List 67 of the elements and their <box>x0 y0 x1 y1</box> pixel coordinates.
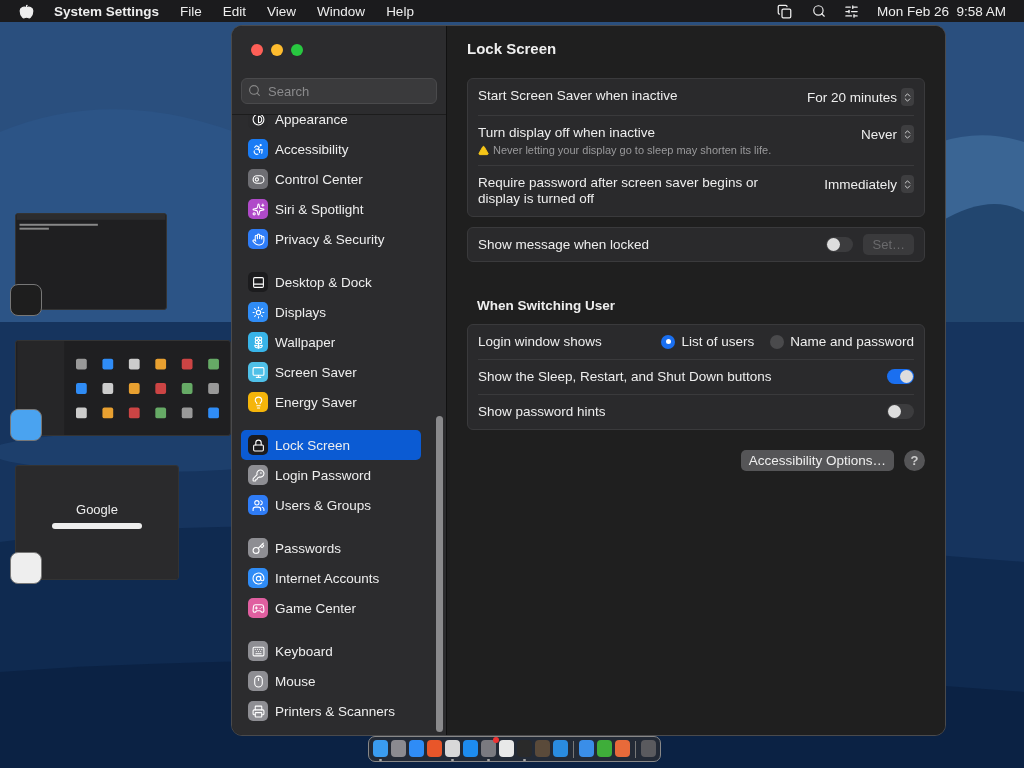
sidebar-item[interactable]: Login Password <box>241 460 421 490</box>
setting-label: Turn display off when inactive <box>478 125 657 141</box>
sidebar-item[interactable]: Wallpaper <box>241 327 421 357</box>
radio-option[interactable]: Name and password <box>770 334 914 349</box>
stage-manager-icon[interactable] <box>776 3 792 19</box>
search-icon <box>248 84 261 97</box>
radio-option[interactable]: List of users <box>661 334 755 349</box>
page-logo-text: Google <box>76 502 118 517</box>
stepper-icon <box>901 88 914 106</box>
scroll-thumb[interactable] <box>436 416 443 732</box>
section-heading: When Switching User <box>476 297 616 315</box>
help-button[interactable]: ? <box>904 450 925 471</box>
sidebar-item[interactable]: Printers & Scanners <box>241 696 421 726</box>
setting-label: Show password hints <box>478 404 606 420</box>
sidebar-item[interactable]: Energy Saver <box>241 387 421 417</box>
window-thumbnail[interactable]: Google <box>15 465 179 580</box>
setting-label: Start Screen Saver when inactive <box>478 88 678 104</box>
sidebar-item[interactable]: Passwords <box>241 533 421 563</box>
menu-item[interactable]: Window <box>317 3 366 19</box>
sidebar-item[interactable]: Displays <box>241 297 421 327</box>
popup-button[interactable]: Never <box>861 125 914 143</box>
control-center-icon[interactable] <box>843 3 859 19</box>
window-thumbnail[interactable] <box>15 213 167 310</box>
pane-title: Lock Screen <box>467 40 558 59</box>
menu-item[interactable]: View <box>267 3 297 19</box>
toggle-switch[interactable] <box>826 237 854 252</box>
window-thumbnail[interactable] <box>15 340 231 436</box>
sidebar-item[interactable]: Accessibility <box>241 134 421 164</box>
sidebar-item[interactable]: Appearance <box>241 115 421 134</box>
stepper-icon <box>901 125 914 143</box>
search-field[interactable]: Search <box>241 78 437 104</box>
sidebar-item[interactable]: Game Center <box>241 593 421 623</box>
app-icon[interactable] <box>445 740 460 762</box>
sidebar-item[interactable]: Desktop & Dock <box>241 267 421 297</box>
stepper-icon <box>901 175 914 193</box>
menu-item[interactable]: Edit <box>222 3 247 19</box>
setting-label: Login window shows <box>478 334 602 350</box>
sidebar-item[interactable]: Users & Groups <box>241 490 421 520</box>
sidebar-item[interactable]: Lock Screen <box>241 430 421 460</box>
app-icon[interactable] <box>373 740 388 762</box>
menu-item[interactable]: Help <box>386 3 414 19</box>
sidebar-item[interactable]: Keyboard <box>241 636 421 666</box>
sidebar-item[interactable]: Internet Accounts <box>241 563 421 593</box>
app-icon[interactable] <box>10 552 42 584</box>
popup-button[interactable]: Immediately <box>824 175 914 193</box>
accessibility-options-button[interactable]: Accessibility Options… <box>740 450 894 471</box>
sidebar-item[interactable]: Mouse <box>241 666 421 696</box>
setting-label: Show message when locked <box>478 237 650 253</box>
menu-item[interactable]: File <box>180 3 202 19</box>
clock[interactable]: Mon Feb 26 9:58 AM <box>876 3 1006 19</box>
app-menu[interactable]: System Settings <box>54 3 160 19</box>
toggle-switch[interactable] <box>887 369 914 384</box>
warning-icon <box>478 144 489 156</box>
search-icon[interactable] <box>811 4 826 18</box>
sidebar-item[interactable]: Screen Saver <box>241 357 421 387</box>
toggle-switch[interactable] <box>887 404 914 419</box>
sidebar-item[interactable]: Privacy & Security <box>241 224 421 254</box>
sidebar-item[interactable]: Control Center <box>241 164 421 194</box>
minimize-button[interactable] <box>271 44 283 56</box>
apple-icon[interactable] <box>19 3 34 19</box>
sidebar-item[interactable]: Siri & Spotlight <box>241 194 421 224</box>
zoom-button[interactable] <box>291 44 303 56</box>
setting-label: Require password after screen saver begins or display is turned off <box>478 175 759 207</box>
setting-label: Show the Sleep, Restart, and Shut Down buttons <box>478 369 772 385</box>
close-button[interactable] <box>251 44 263 56</box>
popup-button[interactable]: For 20 minutes <box>806 88 914 106</box>
warning-text: Never letting your display go to sleep may shorten its life. <box>493 144 772 156</box>
